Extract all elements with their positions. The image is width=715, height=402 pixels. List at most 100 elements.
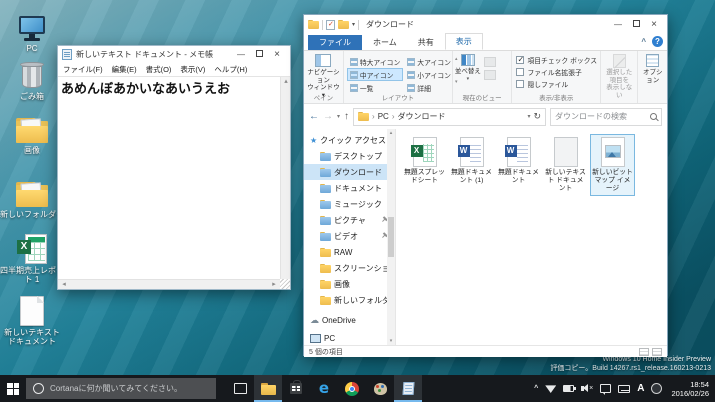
file-item-bitmap-selected[interactable]: 新しいビットマップ イメージ xyxy=(590,134,635,196)
minimize-icon[interactable]: — xyxy=(232,48,250,62)
nav-item-music[interactable]: ミュージック xyxy=(304,196,387,212)
volume-muted-icon[interactable]: × xyxy=(581,384,593,393)
address-dropdown-icon[interactable]: ▾ xyxy=(527,113,530,120)
file-extensions-option[interactable]: ファイル名拡張子 xyxy=(516,66,598,78)
nav-item-raw[interactable]: RAW xyxy=(304,244,387,260)
breadcrumb-pc[interactable]: PC xyxy=(378,112,389,121)
touch-keyboard-icon[interactable] xyxy=(618,385,630,393)
file-list[interactable]: X 無題スプレッドシート W 無題ドキュメント (1) W 無題ドキュメント 新… xyxy=(396,129,667,345)
menu-edit[interactable]: 編集(E) xyxy=(112,64,137,75)
file-item-document-1[interactable]: W 無題ドキュメント (1) xyxy=(449,134,494,188)
taskbar-store[interactable] xyxy=(282,375,310,402)
customize-qat-dropdown-icon[interactable]: ▾ xyxy=(352,21,355,28)
refresh-icon[interactable]: ↻ xyxy=(533,111,541,122)
nav-item-onedrive[interactable]: ☁ OneDrive xyxy=(304,312,387,328)
notepad-text-area[interactable]: あめんぼあかいなあいうえお xyxy=(58,77,280,279)
desktop-icon-new-folder[interactable]: 新しいフォルダー xyxy=(0,182,64,219)
menu-view[interactable]: 表示(V) xyxy=(180,64,205,75)
minimize-icon[interactable]: — xyxy=(609,18,627,32)
taskbar-notepad[interactable] xyxy=(394,375,422,402)
item-checkboxes-option[interactable]: 項目チェック ボックス xyxy=(516,54,598,66)
taskbar-clock[interactable]: 18:54 2016/02/26 xyxy=(669,380,709,398)
ribbon-collapse-icon[interactable]: ^ xyxy=(641,37,646,46)
hidden-files-option[interactable]: 隠しファイル xyxy=(516,78,598,90)
taskbar-chrome[interactable] xyxy=(338,375,366,402)
nav-item-downloads-selected[interactable]: ダウンロード xyxy=(304,164,387,180)
taskbar-file-explorer[interactable] xyxy=(254,375,282,402)
nav-item-pictures[interactable]: ピクチャ xyxy=(304,212,387,228)
help-icon[interactable]: ? xyxy=(652,36,663,47)
file-item-document[interactable]: W 無題ドキュメント xyxy=(496,134,541,188)
recent-locations-dropdown-icon[interactable]: ▾ xyxy=(337,112,340,122)
checkbox-icon[interactable] xyxy=(516,68,524,76)
cortana-search-input[interactable]: Cortanaに何か聞いてみてください。 xyxy=(26,378,216,399)
network-icon[interactable] xyxy=(545,384,556,393)
ime-mode-indicator[interactable]: A xyxy=(637,383,644,394)
maximize-icon[interactable] xyxy=(627,18,645,32)
battery-icon[interactable] xyxy=(563,385,574,392)
vertical-scrollbar[interactable]: ▴ xyxy=(280,77,290,279)
checkbox-checked-icon[interactable] xyxy=(516,56,524,64)
options-button[interactable]: オプション xyxy=(640,54,665,84)
scroll-right-icon[interactable]: ▸ xyxy=(269,280,279,290)
scroll-up-icon[interactable]: ▴ xyxy=(281,77,291,87)
folder-icon xyxy=(320,232,331,241)
thumbnail-view-toggle-icon[interactable] xyxy=(652,348,662,356)
scroll-up-icon[interactable]: ▴ xyxy=(390,130,393,136)
close-icon[interactable]: × xyxy=(645,18,663,32)
details-view-toggle-icon[interactable] xyxy=(639,348,649,356)
scroll-left-icon[interactable]: ◂ xyxy=(59,280,69,290)
tab-view[interactable]: 表示 xyxy=(445,33,483,50)
tab-file[interactable]: ファイル xyxy=(308,35,362,50)
sort-by-button[interactable]: 並べ替え ▾ xyxy=(455,54,481,93)
start-button[interactable] xyxy=(0,375,26,402)
resize-grip[interactable] xyxy=(280,279,290,289)
nav-item-documents[interactable]: ドキュメント xyxy=(304,180,387,196)
tab-share[interactable]: 共有 xyxy=(408,35,444,50)
file-item-spreadsheet[interactable]: X 無題スプレッドシート xyxy=(402,134,447,188)
menu-help[interactable]: ヘルプ(H) xyxy=(214,64,247,75)
desktop-icon-excel-report[interactable]: X 四半期売上レポート 1 xyxy=(0,234,64,284)
close-icon[interactable]: × xyxy=(268,48,286,62)
task-view-button[interactable] xyxy=(226,375,254,402)
action-center-icon[interactable] xyxy=(600,384,611,393)
nav-item-pc[interactable]: PC xyxy=(304,330,387,346)
menu-file[interactable]: ファイル(F) xyxy=(63,64,103,75)
layout-large-icons[interactable]: 大アイコン xyxy=(404,55,454,68)
search-input[interactable]: ダウンロードの検索 xyxy=(550,108,662,126)
notepad-titlebar[interactable]: 新しいテキスト ドキュメント - メモ帳 — × xyxy=(58,46,290,63)
nav-item-new-folder[interactable]: 新しいフォルダー xyxy=(304,292,387,308)
desktop-icon-images-folder[interactable]: 画像 xyxy=(0,118,64,155)
nav-item-screenshots[interactable]: スクリーンショット xyxy=(304,260,387,276)
nav-item-desktop[interactable]: デスクトップ xyxy=(304,148,387,164)
file-item-text-document[interactable]: 新しいテキスト ドキュメント xyxy=(543,134,588,196)
nav-quick-access[interactable]: ★ クイック アクセス xyxy=(304,132,387,148)
horizontal-scrollbar[interactable]: ◂ ▸ xyxy=(58,279,280,289)
breadcrumb[interactable]: › PC › ダウンロード ▾ ↻ xyxy=(353,108,546,126)
breadcrumb-downloads[interactable]: ダウンロード xyxy=(397,111,445,122)
up-button[interactable]: ↑ xyxy=(344,112,349,122)
desktop-icon-pc[interactable]: PC xyxy=(0,16,64,53)
layout-small-icons[interactable]: 小アイコン xyxy=(404,68,454,81)
explorer-titlebar[interactable]: ▾ ダウンロード — × xyxy=(304,15,667,34)
nav-item-images[interactable]: 画像 xyxy=(304,276,387,292)
taskbar-edge[interactable]: e xyxy=(310,375,338,402)
layout-extra-large-icons[interactable]: 特大アイコン xyxy=(347,55,403,68)
menu-format[interactable]: 書式(O) xyxy=(146,64,172,75)
tab-home[interactable]: ホーム xyxy=(363,35,407,50)
nav-item-videos[interactable]: ビデオ xyxy=(304,228,387,244)
checkbox-icon[interactable] xyxy=(516,80,524,88)
scrollbar-thumb[interactable] xyxy=(388,217,394,257)
new-folder-qat-icon[interactable] xyxy=(338,20,349,29)
windows-defender-icon[interactable] xyxy=(651,383,662,394)
nav-pane-scrollbar[interactable]: ▴ ▾ xyxy=(387,129,395,345)
properties-qat-icon[interactable] xyxy=(326,20,335,30)
layout-medium-icons-selected[interactable]: 中アイコン xyxy=(347,68,403,81)
desktop-icon-new-text-document[interactable]: 新しいテキスト ドキュメント xyxy=(0,296,64,346)
maximize-icon[interactable] xyxy=(250,48,268,62)
back-button[interactable]: ← xyxy=(309,112,319,122)
show-hidden-icons-chevron[interactable]: ^ xyxy=(534,385,538,392)
scroll-down-icon[interactable]: ▾ xyxy=(390,338,393,344)
taskbar-paint[interactable] xyxy=(366,375,394,402)
desktop-icon-recycle-bin[interactable]: ごみ箱 xyxy=(0,60,64,101)
